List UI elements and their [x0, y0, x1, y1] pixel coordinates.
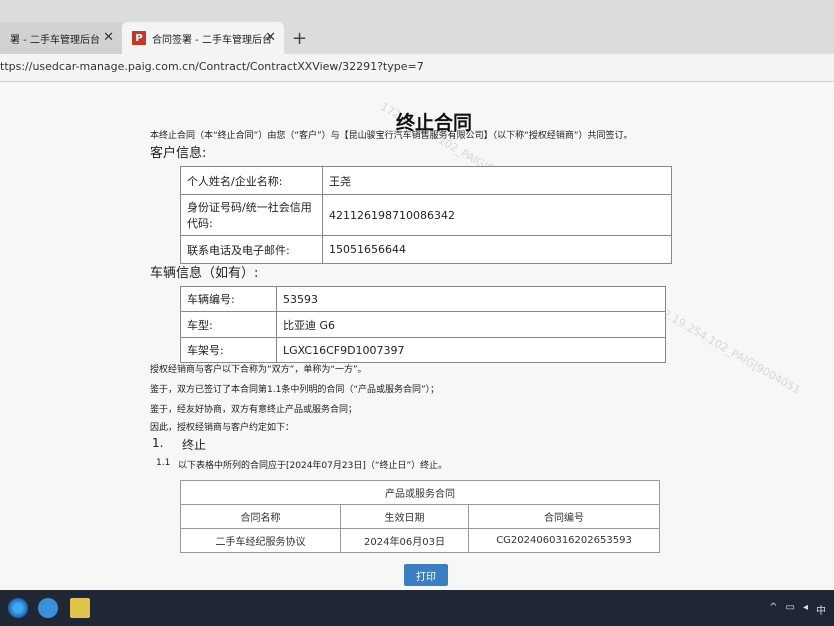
url-text[interactable]: ttps://usedcar-manage.paig.com.cn/Contra…: [0, 60, 424, 73]
cell-value: 421126198710086342: [322, 194, 672, 236]
table-row: 产品或服务合同: [180, 480, 660, 505]
clause-text: 鉴于，双方已签订了本合同第1.1条中列明的合同（“产品或服务合同”）；: [150, 385, 440, 395]
close-icon[interactable]: ✕: [265, 30, 276, 45]
section-title: 终止: [182, 438, 207, 452]
column-header: 生效日期: [340, 504, 469, 529]
section-number: 1.: [152, 436, 164, 450]
site-favicon-icon: P: [132, 31, 146, 45]
new-tab-button[interactable]: +: [292, 28, 307, 49]
cell-value: LGXC16CF9D1007397: [276, 337, 666, 363]
intro-text: 本终止合同（本“终止合同”）由您（“客户”）与【昆山骏宝行汽车销售服务有限公司】…: [150, 131, 633, 141]
watermark: 172.19.254.102_PAIG|9004051: [648, 300, 803, 397]
tab-inactive[interactable]: 署 - 二手车管理后台 ✕: [0, 22, 122, 54]
cell-label: 车辆编号:: [180, 286, 277, 312]
print-button[interactable]: 打印: [404, 564, 448, 586]
taskbar: ^ ▭ ◂ 中: [0, 590, 834, 626]
browser-app-icon[interactable]: [38, 598, 58, 618]
vehicle-heading: 车辆信息（如有）:: [150, 266, 259, 281]
clause-text: 授权经销商与客户以下合称为“双方”，单称为“一方”。: [150, 365, 367, 375]
table-cell: 二手车经纪服务协议: [180, 528, 341, 553]
customer-table: 个人姓名/企业名称: 王尧 身份证号码/统一社会信用代码: 4211261987…: [180, 166, 672, 264]
tab-title: 合同签署 - 二手车管理后台: [152, 34, 272, 46]
clause-text: 因此，授权经销商与客户约定如下：: [150, 423, 295, 433]
system-tray: ^ ▭ ◂ 中: [769, 602, 826, 617]
cell-label: 车架号:: [180, 337, 277, 363]
network-icon[interactable]: ▭: [786, 602, 795, 617]
page-content: 172.19.254.102_PAIG|9004051 172.19.254.1…: [0, 82, 834, 590]
column-header: 合同编号: [468, 504, 660, 529]
cell-label: 身份证号码/统一社会信用代码:: [180, 194, 323, 236]
address-bar[interactable]: ttps://usedcar-manage.paig.com.cn/Contra…: [0, 54, 834, 82]
table-cell: CG2024060316202653593: [468, 528, 660, 553]
table-header-row: 合同名称 生效日期 合同编号: [180, 504, 660, 529]
cell-value: 比亚迪 G6: [276, 311, 666, 338]
customer-heading: 客户信息:: [150, 146, 207, 161]
cell-label: 个人姓名/企业名称:: [180, 166, 323, 195]
close-icon[interactable]: ✕: [103, 30, 114, 45]
cell-value: 王尧: [322, 166, 672, 195]
table-row: 二手车经纪服务协议 2024年06月03日 CG2024060316202653…: [180, 528, 660, 553]
table-caption: 产品或服务合同: [180, 480, 660, 505]
table-row: 个人姓名/企业名称: 王尧: [180, 166, 672, 195]
table-row: 车架号: LGXC16CF9D1007397: [180, 337, 666, 363]
clause-text: 鉴于，经友好协商，双方有意终止产品或服务合同；: [150, 405, 358, 415]
table-row: 联系电话及电子邮件: 15051656644: [180, 235, 672, 264]
input-method-icon[interactable]: 中: [816, 602, 826, 617]
cell-label: 车型:: [180, 311, 277, 338]
cell-value: 53593: [276, 286, 666, 312]
product-table: 产品或服务合同 合同名称 生效日期 合同编号 二手车经纪服务协议 2024年06…: [180, 480, 660, 553]
browser-tab-strip: 署 - 二手车管理后台 ✕ P 合同签署 - 二手车管理后台 ✕ +: [0, 0, 834, 58]
table-row: 身份证号码/统一社会信用代码: 421126198710086342: [180, 194, 672, 236]
column-header: 合同名称: [180, 504, 341, 529]
cell-label: 联系电话及电子邮件:: [180, 235, 323, 264]
edge-browser-icon[interactable]: [8, 598, 28, 618]
vehicle-table: 车辆编号: 53593 车型: 比亚迪 G6 车架号: LGXC16CF9D10…: [180, 286, 666, 363]
tab-active[interactable]: P 合同签署 - 二手车管理后台 ✕: [122, 22, 284, 54]
table-row: 车型: 比亚迪 G6: [180, 311, 666, 338]
clause-text: 以下表格中所列的合同应于[2024年07月23日]（“终止日”）终止。: [178, 461, 448, 471]
volume-icon[interactable]: ◂: [803, 602, 808, 617]
cell-value: 15051656644: [322, 235, 672, 264]
clause-number: 1.1: [156, 458, 171, 468]
tab-title: 署 - 二手车管理后台: [10, 34, 100, 46]
file-explorer-icon[interactable]: [70, 598, 90, 618]
table-cell: 2024年06月03日: [340, 528, 469, 553]
table-row: 车辆编号: 53593: [180, 286, 666, 312]
chevron-up-icon[interactable]: ^: [769, 602, 777, 617]
